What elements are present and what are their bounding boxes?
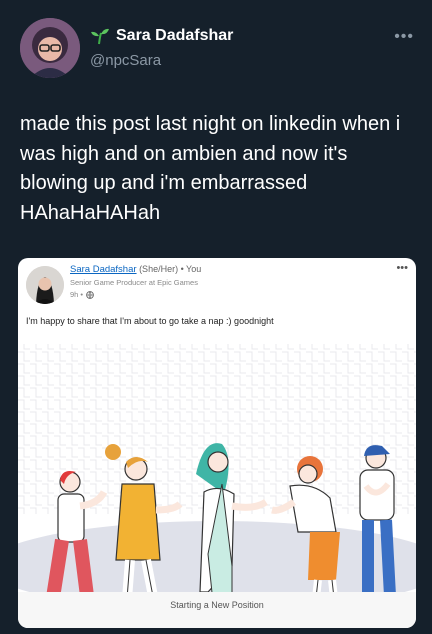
linkedin-name-row: Sara Dadafshar (She/Her) • You	[70, 264, 201, 275]
linkedin-author-name: Sara Dadafshar	[70, 264, 137, 275]
linkedin-time-row: 9h •	[70, 290, 94, 299]
linkedin-more-icon: •••	[396, 262, 408, 274]
linkedin-post-text: I'm happy to share that I'm about to go …	[26, 316, 274, 326]
linkedin-pronouns: (She/Her) • You	[139, 264, 202, 274]
tweet: Sara Dadafshar @npcSara ••• made this po…	[0, 0, 432, 634]
new-position-illustration	[18, 334, 416, 592]
tweet-text: made this post last night on linkedin wh…	[20, 113, 401, 224]
author-name[interactable]: Sara Dadafshar	[116, 27, 233, 45]
more-options-icon[interactable]: •••	[394, 28, 414, 46]
caption-strip	[18, 592, 416, 628]
author-handle[interactable]: @npcSara	[90, 52, 161, 69]
linkedin-headline: Senior Game Producer at Epic Games	[70, 278, 198, 287]
author-avatar[interactable]	[20, 18, 80, 78]
author-name-row: Sara Dadafshar	[90, 27, 233, 45]
linkedin-post-screenshot[interactable]: Sara Dadafshar (She/Her) • You Senior Ga…	[18, 258, 416, 628]
linkedin-time: 9h •	[70, 290, 84, 299]
image-caption: Starting a New Position	[170, 600, 264, 610]
globe-icon	[86, 290, 94, 299]
sprout-icon	[91, 28, 109, 45]
linkedin-avatar	[26, 266, 64, 304]
